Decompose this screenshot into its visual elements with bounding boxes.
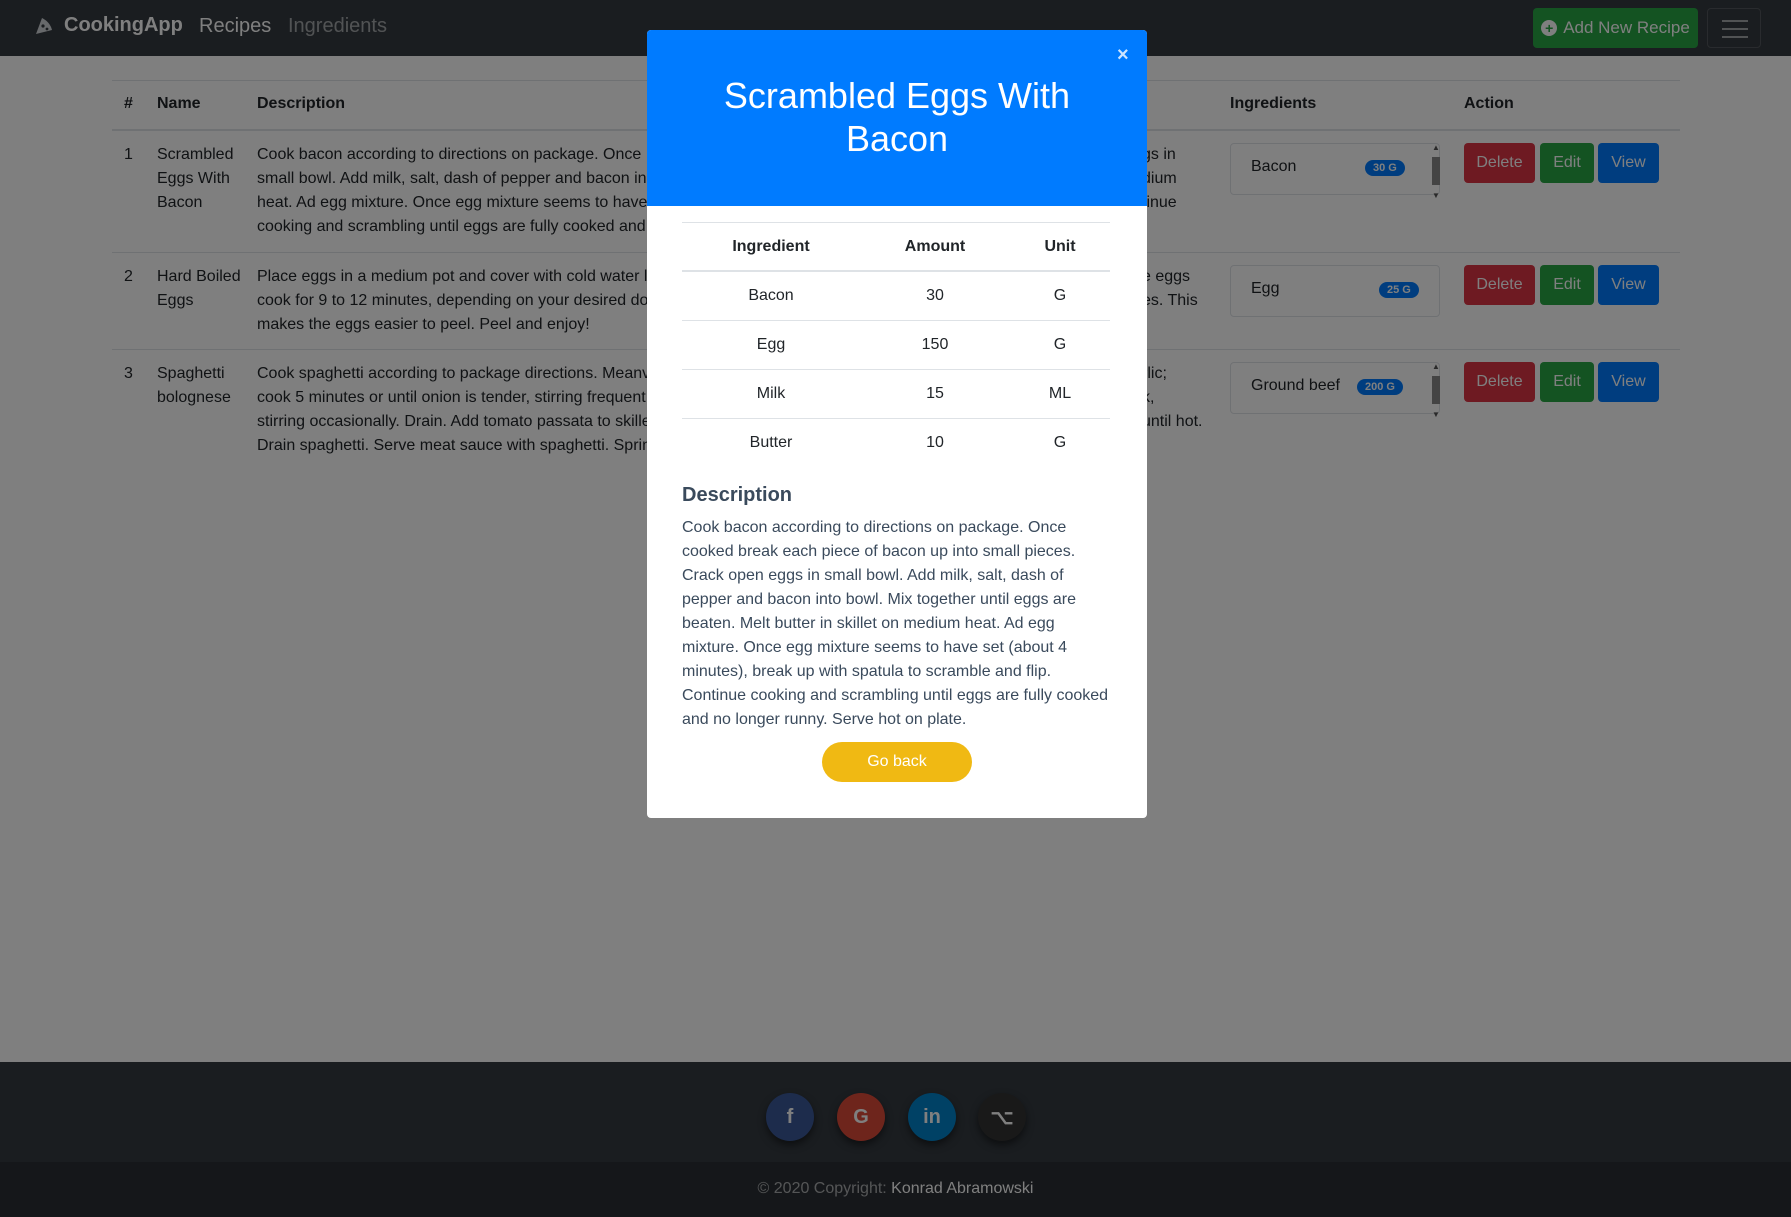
ingredient-row: Egg 150 G [682, 321, 1110, 370]
ingredients-table: Ingredient Amount Unit Bacon 30 G Egg 15… [682, 222, 1110, 468]
ingredient-name: Egg [756, 336, 786, 353]
close-icon[interactable]: × [1117, 44, 1129, 67]
ingredient-amount: 15 [926, 385, 944, 402]
description-text: Cook bacon according to directions on pa… [682, 519, 1109, 728]
modal-title: Scrambled Eggs With Bacon [723, 75, 1071, 159]
recipe-view-modal: Scrambled Eggs With Bacon × Ingredient A… [647, 30, 1147, 818]
ingredient-name: Butter [749, 434, 793, 451]
description-heading: Description [682, 484, 793, 506]
ingredient-unit: ML [1048, 385, 1072, 402]
ingredient-unit: G [1053, 287, 1067, 304]
ingredient-amount: 30 [926, 287, 944, 304]
ingredient-name: Bacon [748, 287, 794, 304]
modal-header: Scrambled Eggs With Bacon × [647, 30, 1147, 206]
ingredient-unit: G [1053, 434, 1067, 451]
ingredient-unit: G [1053, 336, 1067, 353]
go-back-button[interactable]: Go back [822, 742, 972, 782]
ingredients-table-header: Ingredient Amount Unit [682, 223, 1110, 272]
column-header-unit: Unit [1044, 238, 1076, 255]
ingredient-row: Milk 15 ML [682, 370, 1110, 419]
column-header-ingredient: Ingredient [732, 238, 810, 255]
column-header-amount: Amount [904, 238, 966, 255]
ingredient-row: Butter 10 G [682, 419, 1110, 468]
ingredient-name: Milk [756, 385, 786, 402]
ingredient-row: Bacon 30 G [682, 272, 1110, 321]
ingredient-amount: 10 [926, 434, 944, 451]
ingredient-amount: 150 [921, 336, 949, 353]
